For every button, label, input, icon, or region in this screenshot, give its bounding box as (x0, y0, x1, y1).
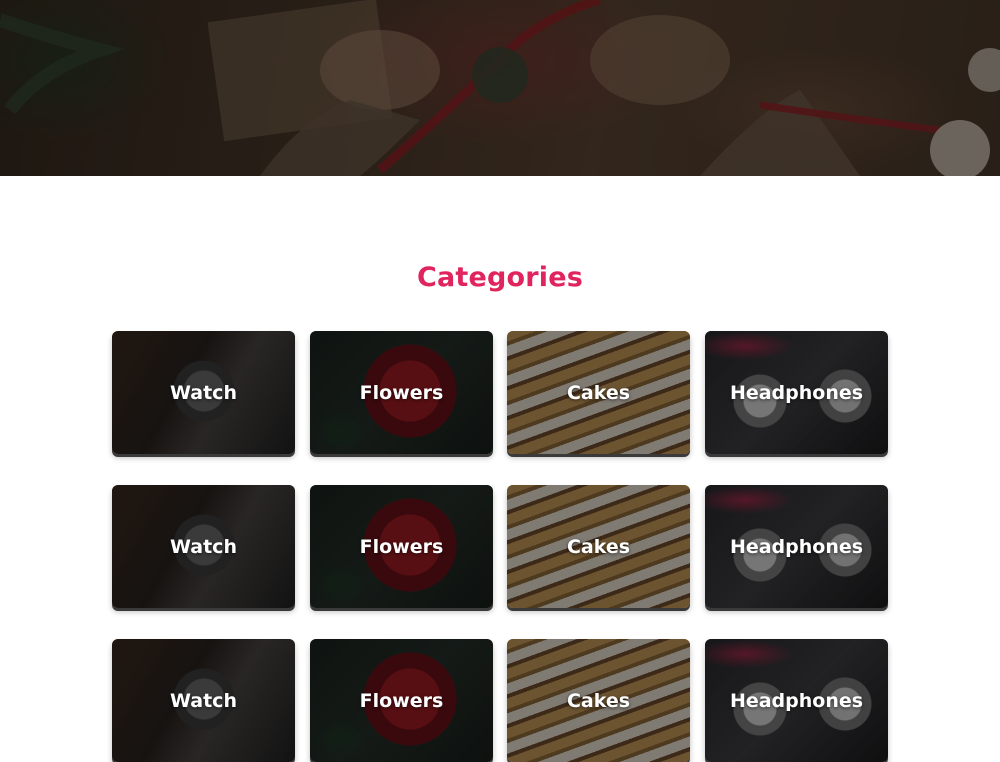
category-label: Flowers (359, 535, 444, 558)
category-card-cakes[interactable]: Cakes (507, 485, 690, 608)
category-label: Watch (170, 535, 237, 558)
section-title: Categories (416, 262, 584, 293)
category-label: Headphones (729, 381, 864, 404)
category-card-flowers[interactable]: Flowers (310, 485, 493, 608)
category-card-watch[interactable]: Watch (112, 639, 295, 762)
category-label: Flowers (359, 381, 444, 404)
hero-banner (0, 0, 1000, 176)
category-card-flowers[interactable]: Flowers (310, 331, 493, 454)
category-card-flowers[interactable]: Flowers (310, 639, 493, 762)
category-card-headphones[interactable]: Headphones (705, 639, 888, 762)
category-label: Flowers (359, 689, 444, 712)
category-label: Watch (170, 381, 237, 404)
category-label: Watch (170, 689, 237, 712)
category-label: Headphones (729, 535, 864, 558)
category-label: Cakes (566, 381, 631, 404)
category-card-headphones[interactable]: Headphones (705, 331, 888, 454)
category-card-headphones[interactable]: Headphones (705, 485, 888, 608)
category-card-watch[interactable]: Watch (112, 485, 295, 608)
hero-overlay (0, 0, 1000, 176)
category-label: Cakes (566, 535, 631, 558)
category-label: Cakes (566, 689, 631, 712)
category-label: Headphones (729, 689, 864, 712)
category-card-watch[interactable]: Watch (112, 331, 295, 454)
category-card-cakes[interactable]: Cakes (507, 639, 690, 762)
category-card-cakes[interactable]: Cakes (507, 331, 690, 454)
